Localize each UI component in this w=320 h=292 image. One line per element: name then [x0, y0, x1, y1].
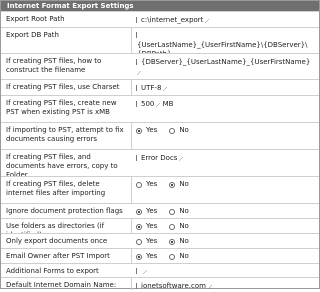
- export-root-path-field[interactable]: c:\internet_export: [136, 15, 314, 26]
- row-email-owner: Email Owner after PST Import Yes No: [1, 248, 319, 263]
- delete-internet-files-yes-radio[interactable]: [136, 181, 142, 188]
- row-export-db-path: Export DB Path {UserLastName}_{UserFirst…: [1, 27, 319, 67]
- field-marker-icon: [136, 155, 139, 161]
- export-once-options: Yes No: [136, 237, 314, 248]
- resize-handle-icon: [163, 87, 168, 91]
- default-domain-input[interactable]: ionetsoftware.com: [140, 281, 207, 292]
- delete-internet-files-no-radio[interactable]: [169, 181, 176, 188]
- resize-handle-icon: [205, 19, 210, 23]
- pst-charset-field[interactable]: UTF-8: [136, 83, 314, 94]
- row-pst-charset: If creating PST files, use Charset UTF-8: [1, 79, 319, 95]
- row-pst-size: If creating PST files, create new PST wh…: [1, 95, 319, 122]
- fix-errors-yes-label: Yes: [146, 126, 158, 134]
- email-owner-no-label: No: [179, 252, 189, 260]
- delete-internet-files-options: Yes No: [136, 180, 314, 191]
- settings-header: Internet Format Export Settings: [1, 1, 319, 11]
- field-marker-icon: [136, 32, 139, 38]
- folders-as-directories-yes-label: Yes: [146, 222, 158, 230]
- row-ignore-protection: Ignore document protection flags Yes No: [1, 203, 319, 218]
- fix-errors-yes-radio[interactable]: [136, 127, 142, 134]
- row-error-folder: If creating PST files, and documents hav…: [1, 149, 319, 179]
- resize-handle-icon: [207, 285, 212, 289]
- ignore-protection-no-label: No: [179, 207, 189, 215]
- email-owner-yes-label: Yes: [146, 252, 158, 260]
- folders-as-directories-no-label: No: [179, 222, 189, 230]
- row-delete-internet-files: If creating PST files, delete internet f…: [1, 176, 319, 203]
- default-domain-field[interactable]: ionetsoftware.com: [136, 281, 314, 292]
- pst-size-unit: MB: [162, 100, 174, 108]
- export-once-label: Only export documents once: [6, 237, 108, 245]
- pst-filename-label: If creating PST files, how to construct …: [6, 57, 102, 74]
- error-folder-input[interactable]: Error Docs: [140, 153, 178, 164]
- settings-panel: Internet Format Export Settings Export R…: [0, 0, 320, 292]
- row-fix-errors: If importing to PST, attempt to fix docu…: [1, 122, 319, 149]
- export-db-path-label: Export DB Path: [6, 31, 59, 39]
- settings-title: Internet Format Export Settings: [7, 2, 134, 10]
- field-marker-icon: [136, 283, 139, 289]
- resize-handle-icon: [156, 103, 161, 107]
- email-owner-label: Email Owner after PST Import: [6, 252, 110, 260]
- pst-size-label: If creating PST files, create new PST wh…: [6, 99, 117, 116]
- delete-internet-files-no-label: No: [179, 180, 189, 188]
- row-folders-as-directories: Use folders as directories (if identifie…: [1, 218, 319, 239]
- row-pst-filename: If creating PST files, how to construct …: [1, 53, 319, 79]
- pst-charset-input[interactable]: UTF-8: [140, 83, 162, 94]
- delete-internet-files-label: If creating PST files, delete internet f…: [6, 180, 106, 197]
- field-marker-icon: [136, 101, 139, 107]
- additional-forms-input[interactable]: [140, 271, 142, 273]
- email-owner-options: Yes No: [136, 252, 314, 263]
- ignore-protection-no-radio[interactable]: [169, 208, 176, 215]
- fix-errors-no-radio[interactable]: [169, 127, 176, 134]
- pst-size-input[interactable]: 500: [140, 99, 155, 110]
- pst-size-field[interactable]: 500 MB: [136, 99, 314, 110]
- field-marker-icon: [136, 85, 139, 91]
- export-once-yes-radio[interactable]: [136, 238, 142, 245]
- export-root-path-label: Export Root Path: [6, 15, 65, 23]
- ignore-protection-yes-radio[interactable]: [136, 208, 142, 215]
- export-once-no-radio[interactable]: [169, 238, 176, 245]
- field-marker-icon: [136, 17, 139, 23]
- field-marker-icon: [136, 268, 139, 274]
- folders-as-directories-options: Yes No: [136, 222, 314, 233]
- fix-errors-no-label: No: [179, 126, 189, 134]
- row-default-domain: Default Internet Domain Name: ionetsoftw…: [1, 277, 319, 292]
- ignore-protection-yes-label: Yes: [146, 207, 158, 215]
- ignore-protection-label: Ignore document protection flags: [6, 207, 123, 215]
- delete-internet-files-yes-label: Yes: [146, 180, 158, 188]
- resize-handle-icon: [137, 71, 141, 75]
- export-once-yes-label: Yes: [146, 237, 158, 245]
- email-owner-yes-radio[interactable]: [136, 253, 142, 260]
- row-additional-forms: Additional Forms to export: [1, 263, 319, 277]
- folders-as-directories-yes-radio[interactable]: [136, 223, 142, 230]
- resize-handle-icon: [143, 270, 147, 274]
- folders-as-directories-no-radio[interactable]: [169, 223, 176, 230]
- resize-handle-icon: [179, 157, 184, 161]
- ignore-protection-options: Yes No: [136, 207, 314, 218]
- row-export-once: Only export documents once Yes No: [1, 233, 319, 248]
- additional-forms-field[interactable]: [136, 267, 314, 276]
- pst-charset-label: If creating PST files, use Charset: [6, 83, 120, 91]
- export-once-no-label: No: [179, 237, 189, 245]
- fix-errors-label: If importing to PST, attempt to fix docu…: [6, 126, 124, 143]
- email-owner-no-radio[interactable]: [169, 253, 176, 260]
- pst-filename-input[interactable]: {DBServer}_{UserLastName}_{UserFirstName…: [140, 57, 311, 68]
- export-root-path-input[interactable]: c:\internet_export: [140, 15, 204, 26]
- row-export-root-path: Export Root Path c:\internet_export: [1, 11, 319, 27]
- field-marker-icon: [136, 59, 139, 65]
- fix-errors-options: Yes No: [136, 126, 314, 137]
- additional-forms-label: Additional Forms to export: [6, 267, 99, 275]
- error-folder-field[interactable]: Error Docs: [136, 153, 314, 164]
- pst-filename-field[interactable]: {DBServer}_{UserLastName}_{UserFirstName…: [136, 57, 314, 77]
